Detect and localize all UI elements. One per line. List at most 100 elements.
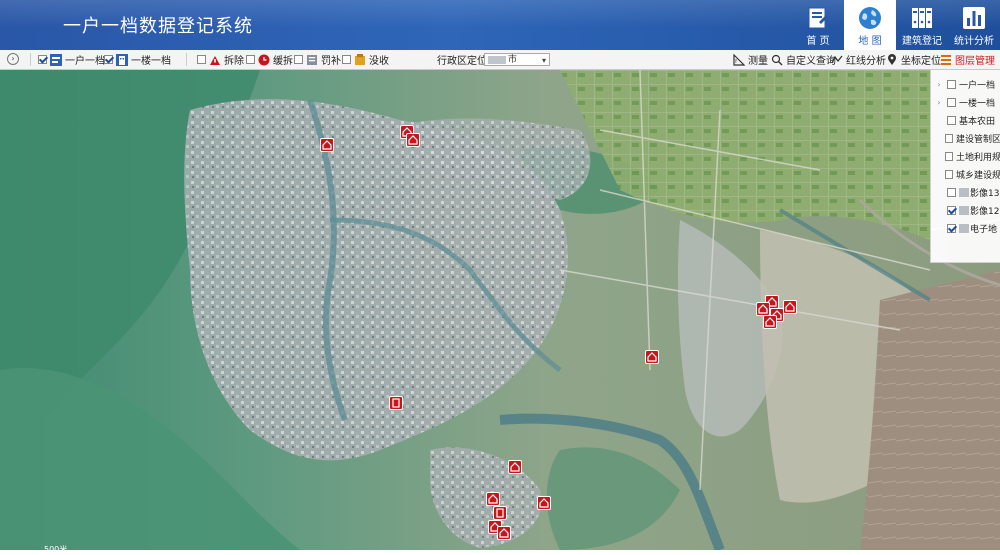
layer-item[interactable]: 电子地 <box>931 219 1000 237</box>
layer-item[interactable]: 建设管制区 <box>931 129 1000 147</box>
app-header: 一户一档数据登记系统 首 页 地 图 建筑登记 统计分析 <box>0 0 1000 50</box>
layers-icon <box>941 54 951 65</box>
layer-panel: › 一户一档 › 一楼一档 基本农田 建设管制区 土地利用规 城乡建设规 影像1… <box>930 70 1000 263</box>
house-icon <box>510 462 520 472</box>
building-icon <box>496 508 504 518</box>
district-value: 市 <box>508 55 518 65</box>
nav-home-label: 首 页 <box>806 36 830 47</box>
delay-icon <box>258 54 270 65</box>
checkbox[interactable] <box>38 55 47 64</box>
household-marker[interactable] <box>486 492 500 506</box>
redacted-text <box>959 205 969 215</box>
layer-item[interactable]: › 一户一档 <box>931 75 1000 93</box>
expand-arrow-icon[interactable]: › <box>935 98 943 107</box>
building-file-icon <box>116 53 128 66</box>
checkbox[interactable] <box>947 187 956 197</box>
checkbox[interactable] <box>246 55 255 64</box>
household-marker[interactable] <box>508 460 522 474</box>
nav-map[interactable]: 地 图 <box>844 0 896 50</box>
redacted-text <box>488 55 506 64</box>
nav-map-label: 地 图 <box>858 36 882 47</box>
district-label: 行政区定位: <box>437 56 491 67</box>
globe-icon <box>859 7 881 29</box>
filter-confiscate[interactable]: 没收 <box>342 50 389 69</box>
tool-layer-manage[interactable]: 图层管理 <box>940 50 995 69</box>
fine-icon <box>307 54 317 65</box>
nav-home[interactable]: 首 页 <box>792 0 844 50</box>
house-icon <box>785 302 795 312</box>
filter-demolish[interactable]: 拆除 <box>197 50 244 69</box>
redline-icon <box>831 55 843 63</box>
tool-measure[interactable]: 测量 <box>733 50 768 69</box>
house-icon <box>647 352 657 362</box>
household-marker[interactable] <box>756 302 770 316</box>
tool-redline-analysis[interactable]: 红线分析 <box>831 50 886 69</box>
nav-statistics[interactable]: 统计分析 <box>948 0 1000 50</box>
household-marker[interactable] <box>645 350 659 364</box>
filter-delay-demolish[interactable]: 缓拆 <box>246 50 293 69</box>
chevron-down-icon: ▾ <box>541 56 546 65</box>
checkbox[interactable] <box>197 55 206 64</box>
checkbox[interactable] <box>342 55 351 64</box>
checkbox[interactable] <box>947 223 956 233</box>
household-marker[interactable] <box>537 496 551 510</box>
layer-item[interactable]: 影像12 <box>931 201 1000 219</box>
filter-yihuyidang[interactable]: 一户一档 <box>38 50 105 69</box>
building-icon <box>392 398 400 408</box>
building-marker[interactable] <box>493 506 507 520</box>
toolbar-divider <box>186 53 187 66</box>
bar-chart-icon <box>963 7 985 29</box>
satellite-map[interactable] <box>0 70 1000 550</box>
checkbox[interactable] <box>104 55 113 64</box>
demolish-icon <box>210 55 220 65</box>
filter-yilouyidang[interactable]: 一楼一档 <box>104 50 171 69</box>
household-marker[interactable] <box>406 133 420 147</box>
layer-item[interactable]: 城乡建设规 <box>931 165 1000 183</box>
ruler-icon <box>733 53 745 66</box>
main-nav: 首 页 地 图 建筑登记 统计分析 <box>792 0 1000 50</box>
household-marker[interactable] <box>497 526 511 540</box>
house-icon <box>488 494 498 504</box>
toolbar-divider <box>30 53 31 66</box>
tool-coordinate-locate[interactable]: 坐标定位 <box>886 50 941 69</box>
layer-item[interactable]: › 一楼一档 <box>931 93 1000 111</box>
checkbox[interactable] <box>945 151 953 161</box>
home-icon <box>808 7 828 29</box>
nav-building-register[interactable]: 建筑登记 <box>896 0 948 50</box>
house-icon <box>408 135 418 145</box>
house-icon <box>499 528 509 538</box>
expand-arrow-icon[interactable]: › <box>935 80 943 89</box>
checkbox[interactable] <box>947 115 956 125</box>
nav-statistics-label: 统计分析 <box>954 36 994 47</box>
confiscate-icon <box>355 53 365 65</box>
house-icon <box>322 140 332 150</box>
house-icon <box>758 304 768 314</box>
household-file-icon <box>50 53 62 66</box>
map-imagery <box>0 70 1000 550</box>
layer-item[interactable]: 基本农田 <box>931 111 1000 129</box>
app-title: 一户一档数据登记系统 <box>63 16 253 37</box>
checkbox[interactable] <box>947 79 956 89</box>
filter-fine[interactable]: 罚补 <box>294 50 341 69</box>
filter-label: 缓拆 <box>273 56 293 67</box>
tool-custom-query[interactable]: 自定义查询 <box>771 50 836 69</box>
location-pin-icon <box>888 53 896 65</box>
district-select[interactable]: 市 ▾ <box>484 53 550 66</box>
building-marker[interactable] <box>389 396 403 410</box>
collapse-toggle-icon[interactable]: › <box>7 53 19 65</box>
checkbox[interactable] <box>947 97 956 107</box>
checkbox[interactable] <box>945 169 953 179</box>
nav-building-register-label: 建筑登记 <box>902 36 942 47</box>
filter-label: 拆除 <box>224 56 244 67</box>
checkbox[interactable] <box>945 133 953 143</box>
layer-item[interactable]: 土地利用规 <box>931 147 1000 165</box>
checkbox[interactable] <box>294 55 303 64</box>
checkbox[interactable] <box>947 205 956 215</box>
house-icon <box>765 317 775 327</box>
layer-item[interactable]: 影像13 <box>931 183 1000 201</box>
household-marker[interactable] <box>320 138 334 152</box>
filter-label: 一户一档 <box>65 56 105 67</box>
filter-label: 没收 <box>369 56 389 67</box>
household-marker[interactable] <box>783 300 797 314</box>
household-marker[interactable] <box>763 315 777 329</box>
